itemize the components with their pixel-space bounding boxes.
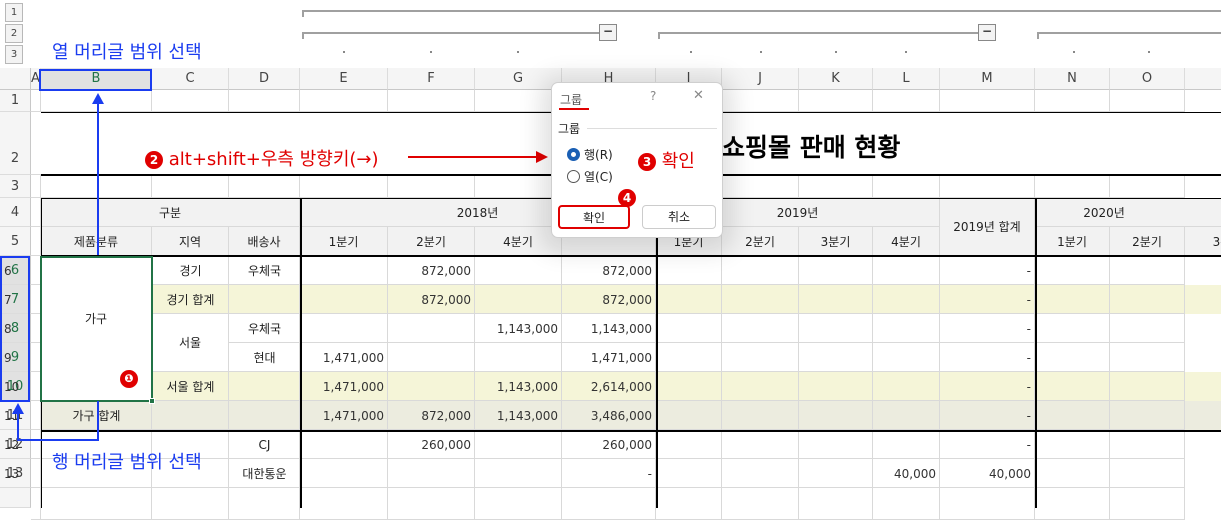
annotation-arrows (12, 93, 640, 441)
dialog-title-underline (559, 108, 589, 110)
step3-annotation: 3 확인 (638, 147, 695, 173)
step2-text: alt+shift+우측 방향키(→) (168, 149, 379, 170)
group-dialog: 그룹 ? ✕ 그룹 행(R) 열(C) 4 확인 취소 (551, 82, 723, 238)
dialog-title: 그룹 (560, 93, 583, 107)
radio-row-label[interactable]: 행(R) (584, 146, 613, 163)
step2-badge: 2 (145, 151, 163, 169)
step1-badge: ❶ (120, 368, 138, 388)
cancel-button[interactable]: 취소 (642, 205, 716, 229)
group-label: 그룹 (558, 122, 581, 136)
radio-col[interactable] (567, 170, 580, 183)
step3-badge: 3 (638, 153, 656, 171)
shortcut-arrow (408, 151, 548, 163)
step2-annotation: 2 alt+shift+우측 방향키(→) (145, 145, 379, 171)
group-divider (587, 128, 717, 129)
step3-text: 확인 (661, 151, 695, 172)
close-icon[interactable]: ✕ (693, 88, 704, 103)
row-select-annotation: 행 머리글 범위 선택 (52, 452, 202, 473)
radio-col-label[interactable]: 열(C) (584, 168, 613, 185)
ok-button[interactable]: 확인 (558, 205, 630, 229)
row-arrow (12, 401, 99, 441)
col-arrow (92, 93, 104, 255)
help-button[interactable]: ? (650, 89, 656, 103)
radio-row[interactable] (567, 148, 580, 161)
